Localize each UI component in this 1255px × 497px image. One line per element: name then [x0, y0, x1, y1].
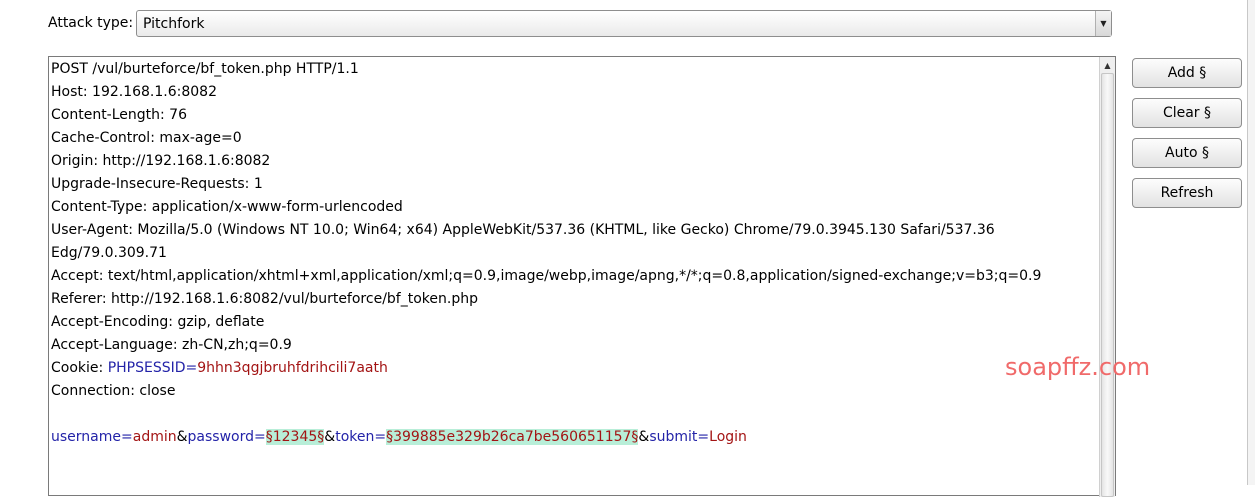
- payload-position-password[interactable]: §12345§: [265, 429, 325, 445]
- equals-sign: =: [121, 429, 133, 445]
- param-value-username: admin: [132, 429, 177, 445]
- connection-line: Connection: close: [51, 383, 176, 399]
- request-line: Referer: http://192.168.1.6:8082/vul/bur…: [51, 291, 478, 307]
- cookie-equals: =: [185, 360, 198, 376]
- attack-type-label: Attack type:: [48, 15, 134, 31]
- cookie-value: 9hhn3qgjbruhfdrihcili7aath: [197, 360, 388, 376]
- auto-markers-button[interactable]: Auto §: [1132, 138, 1242, 168]
- request-line: Origin: http://192.168.1.6:8082: [51, 153, 271, 169]
- param-name-password: password: [187, 429, 254, 445]
- param-name-submit: submit: [649, 429, 698, 445]
- request-line: Accept: text/html,application/xhtml+xml,…: [51, 268, 1042, 284]
- request-line: Accept-Encoding: gzip, deflate: [51, 314, 265, 330]
- refresh-button[interactable]: Refresh: [1132, 178, 1242, 208]
- request-line: User-Agent: Mozilla/5.0 (Windows NT 10.0…: [51, 222, 995, 238]
- cookie-name: PHPSESSID: [107, 360, 186, 376]
- attack-type-row: Attack type:: [48, 8, 143, 38]
- request-editor[interactable]: POST /vul/burteforce/bf_token.php HTTP/1…: [48, 56, 1116, 497]
- request-line: POST /vul/burteforce/bf_token.php HTTP/1…: [51, 61, 359, 77]
- request-line: Upgrade-Insecure-Requests: 1: [51, 176, 263, 192]
- body-line: username=admin&password=§12345§&token=§3…: [51, 426, 1096, 449]
- request-line: Accept-Language: zh-CN,zh;q=0.9: [51, 337, 292, 353]
- request-line: Content-Type: application/x-www-form-url…: [51, 199, 403, 215]
- panel-edge: [1247, 0, 1255, 485]
- param-value-submit: Login: [709, 429, 747, 445]
- payload-position-token[interactable]: §399885e329b26ca7be560651157§: [386, 429, 639, 445]
- request-text: POST /vul/burteforce/bf_token.php HTTP/1…: [51, 58, 1096, 449]
- vertical-scrollbar[interactable]: ▲: [1099, 57, 1115, 497]
- equals-sign: =: [374, 429, 387, 445]
- scroll-thumb[interactable]: [1101, 73, 1114, 497]
- param-name-username: username: [51, 429, 121, 445]
- request-line: Content-Length: 76: [51, 107, 188, 123]
- cookie-prefix: Cookie:: [51, 360, 108, 376]
- attack-type-value: Pitchfork: [143, 15, 205, 32]
- ampersand: &: [638, 429, 650, 445]
- attack-type-select[interactable]: Pitchfork ▼: [136, 10, 1112, 37]
- watermark: soapffz.com: [1005, 353, 1151, 381]
- equals-sign: =: [254, 429, 266, 445]
- add-marker-button[interactable]: Add §: [1132, 58, 1242, 88]
- request-line: Edg/79.0.309.71: [51, 245, 167, 261]
- clear-markers-button[interactable]: Clear §: [1132, 98, 1242, 128]
- ampersand: &: [324, 429, 336, 445]
- chevron-down-icon[interactable]: ▼: [1095, 11, 1111, 36]
- cookie-line: Cookie: PHPSESSID=9hhn3qgjbruhfdrihcili7…: [51, 357, 1096, 380]
- scroll-up-arrow-icon[interactable]: ▲: [1100, 57, 1115, 73]
- equals-sign: =: [697, 429, 710, 445]
- request-line: Host: 192.168.1.6:8082: [51, 84, 217, 100]
- ampersand: &: [176, 429, 188, 445]
- request-line: Cache-Control: max-age=0: [51, 130, 242, 146]
- param-name-token: token: [335, 429, 375, 445]
